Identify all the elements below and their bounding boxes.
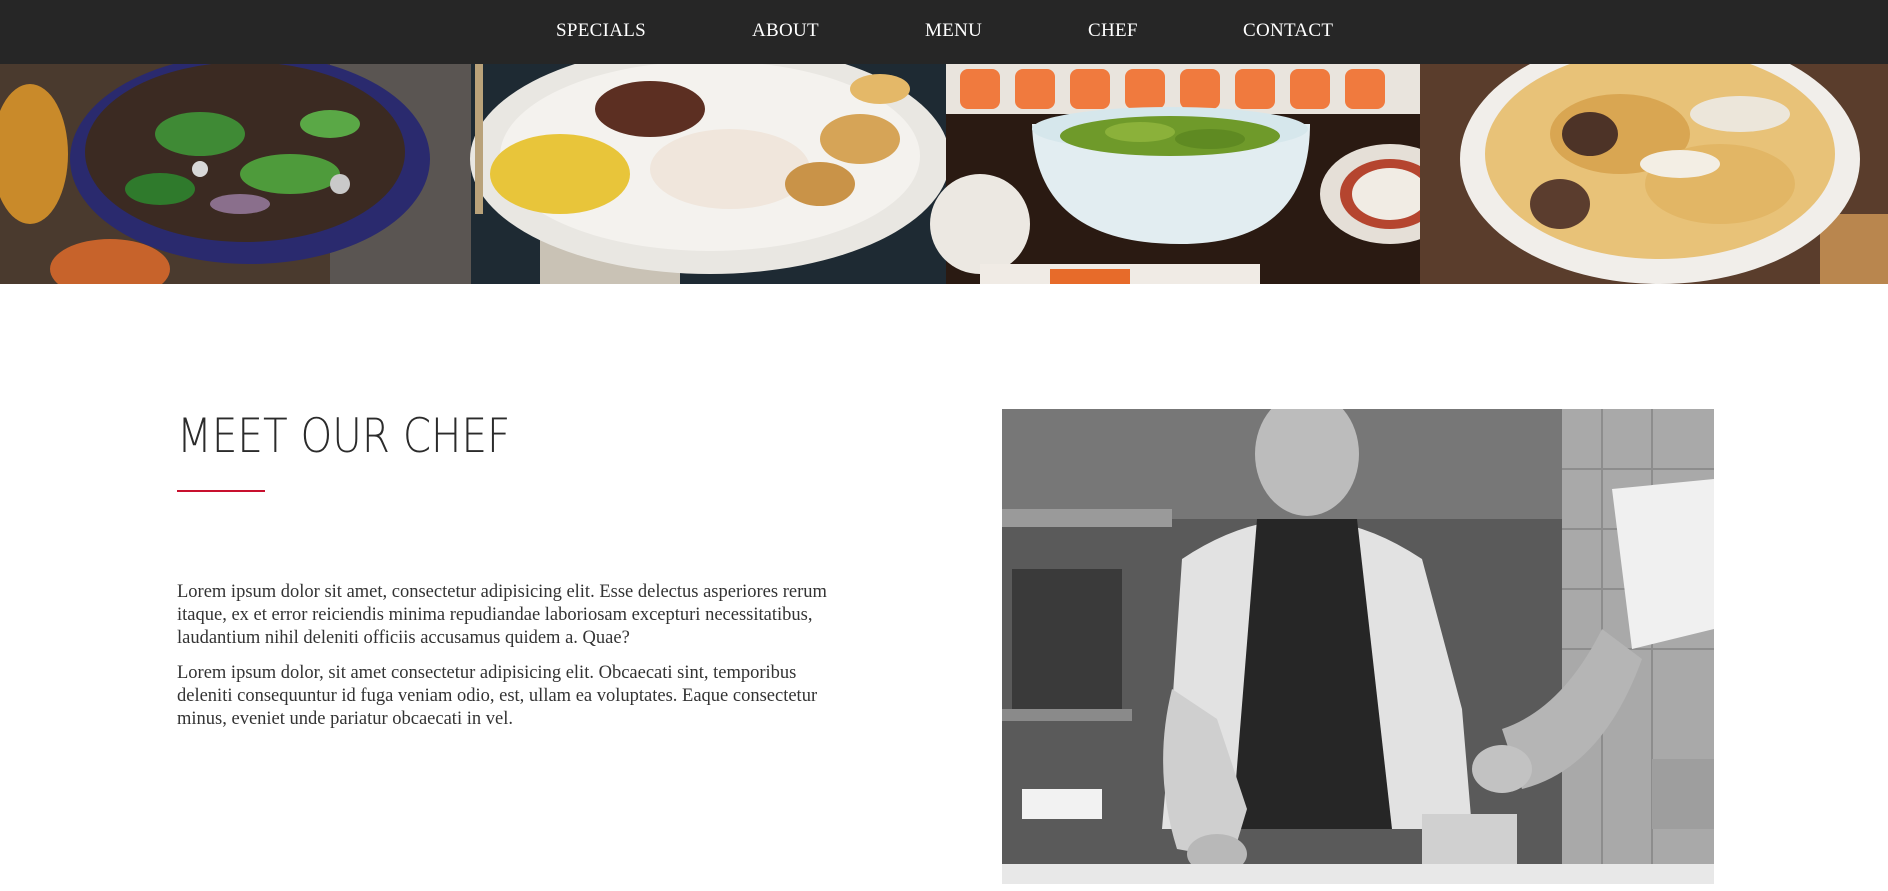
salad-bowl-photo	[0, 64, 471, 284]
nav-link-contact[interactable]: CONTACT	[1243, 20, 1333, 42]
chef-paragraph-2: Lorem ipsum dolor, sit amet consectetur …	[177, 663, 818, 729]
grilled-squid-plate-photo	[470, 64, 950, 284]
nav-link-specials[interactable]: SPECIALS	[556, 20, 646, 42]
title-underline	[177, 490, 265, 492]
chef-cooking-photo	[1002, 409, 1714, 884]
nav-link-menu[interactable]: MENU	[925, 20, 982, 42]
top-navbar: SPECIALS ABOUT MENU CHEF CONTACT	[0, 0, 1888, 64]
section-title: MEET OUR CHEF	[177, 409, 511, 464]
pasta-bowl-photo	[1420, 64, 1888, 284]
sushi-edamame-photo	[930, 64, 1460, 284]
nav-link-about[interactable]: ABOUT	[752, 20, 819, 42]
food-gallery	[0, 64, 1888, 284]
nav-link-chef[interactable]: CHEF	[1088, 20, 1138, 42]
chef-paragraph-1: Lorem ipsum dolor sit amet, consectetur …	[177, 582, 827, 648]
